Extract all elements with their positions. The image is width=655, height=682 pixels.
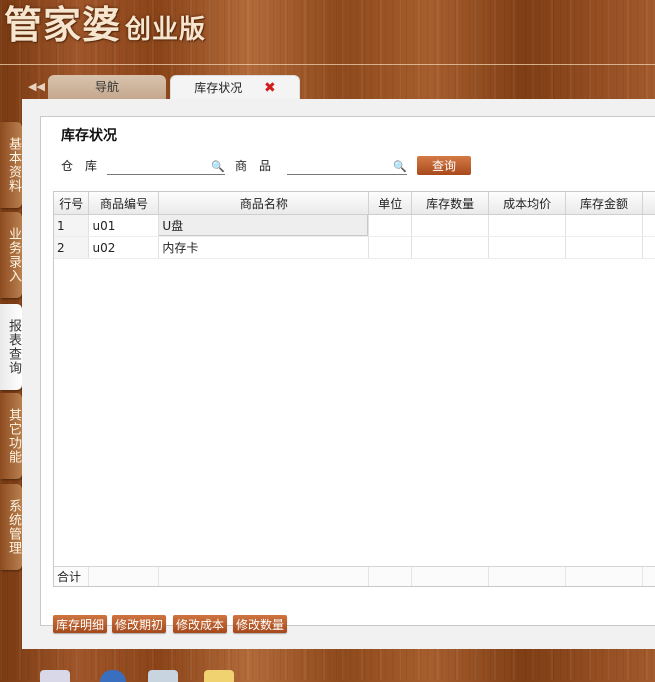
warehouse-input[interactable]: 🔍	[107, 160, 225, 175]
stock-amount-cell[interactable]	[565, 236, 643, 259]
table-row[interactable]: 1 u01 U盘	[54, 214, 655, 237]
column-header[interactable]: 成本均价	[488, 192, 567, 215]
product-code-cell[interactable]: u01	[88, 214, 160, 237]
main-panel: 库存状况 仓 库 🔍 商 品 🔍 查询 行号 商品编号 商品名称 单位 库存数量…	[22, 99, 655, 649]
product-name-cell[interactable]: U盘	[158, 214, 370, 237]
sidebar-item-reports[interactable]: 报表查询	[0, 304, 22, 390]
sidebar-item-label: 业务录入	[6, 227, 21, 283]
row-number-cell: 1	[54, 214, 90, 237]
dock-folder-icon[interactable]	[204, 670, 234, 682]
page-title: 库存状况	[61, 128, 117, 144]
avg-cost-cell[interactable]	[488, 236, 567, 259]
column-header[interactable]: 行号	[54, 192, 90, 215]
column-header[interactable]: 商品名称	[158, 192, 370, 215]
app-logo: 管家婆 创业版	[4, 0, 206, 49]
product-name-cell[interactable]: 内存卡	[158, 236, 370, 259]
search-icon[interactable]: 🔍	[211, 160, 225, 173]
unit-cell[interactable]	[368, 236, 413, 259]
sidebar-item-basic-data[interactable]: 基本资料	[0, 122, 22, 208]
sidebar-item-other-functions[interactable]: 其它功能	[0, 393, 22, 479]
sidebar-item-label: 报表查询	[6, 319, 21, 375]
column-header[interactable]: 库存数量	[411, 192, 490, 215]
sidebar-item-business-entry[interactable]: 业务录入	[0, 212, 22, 298]
column-header-filler	[642, 192, 655, 215]
product-input[interactable]: 🔍	[287, 160, 407, 175]
logo-main-text: 管家婆	[4, 2, 122, 47]
inventory-table: 行号 商品编号 商品名称 单位 库存数量 成本均价 库存金额 1 u01 U盘	[53, 191, 655, 587]
tab-inventory-status[interactable]: 库存状况 ✖	[170, 75, 300, 100]
stock-qty-cell[interactable]	[411, 214, 490, 237]
filler-cell	[642, 214, 655, 237]
unit-cell[interactable]	[368, 214, 413, 237]
product-code-cell[interactable]: u02	[88, 236, 160, 259]
tab-inventory-label: 库存状况	[194, 81, 243, 95]
stock-qty-cell[interactable]	[411, 236, 490, 259]
warehouse-label: 仓 库	[61, 159, 98, 173]
stock-amount-cell[interactable]	[565, 214, 643, 237]
sidebar-item-label: 基本资料	[6, 137, 21, 193]
tab-navigation[interactable]: 导航	[48, 75, 166, 99]
product-label: 商 品	[235, 159, 272, 173]
sidebar-item-system-management[interactable]: 系统管理	[0, 484, 22, 570]
table-row[interactable]: 2 u02 内存卡	[54, 236, 655, 259]
filler-cell	[642, 236, 655, 259]
table-header-row: 行号 商品编号 商品名称 单位 库存数量 成本均价 库存金额	[54, 192, 655, 215]
logo-sub-text: 创业版	[125, 15, 207, 45]
sidebar-item-label: 其它功能	[6, 408, 21, 464]
column-header[interactable]: 商品编号	[88, 192, 160, 215]
dock-globe-icon[interactable]	[100, 670, 126, 682]
tab-navigation-label: 导航	[94, 80, 119, 94]
edit-opening-button[interactable]: 修改期初	[112, 615, 167, 633]
sidebar-item-label: 系统管理	[6, 499, 21, 555]
edit-cost-button[interactable]: 修改成本	[173, 615, 228, 633]
edit-quantity-button[interactable]: 修改数量	[233, 615, 288, 633]
tab-scroll-left-icon[interactable]: ◀◀	[28, 80, 45, 93]
avg-cost-cell[interactable]	[488, 214, 567, 237]
table-total-row: 合计	[54, 566, 655, 586]
dock-monitor-icon[interactable]	[148, 670, 178, 682]
row-number-cell: 2	[54, 236, 90, 259]
stock-detail-button[interactable]: 库存明细	[53, 615, 108, 633]
inventory-status-form: 库存状况 仓 库 🔍 商 品 🔍 查询 行号 商品编号 商品名称 单位 库存数量…	[40, 116, 655, 633]
total-label: 合计	[54, 567, 90, 586]
column-header[interactable]: 单位	[368, 192, 413, 215]
column-header[interactable]: 库存金额	[565, 192, 643, 215]
header-divider	[0, 64, 655, 65]
search-icon[interactable]: 🔍	[393, 160, 407, 173]
dock-document-icon[interactable]	[40, 670, 70, 682]
close-icon[interactable]: ✖	[264, 80, 276, 96]
query-button[interactable]: 查询	[417, 156, 471, 175]
